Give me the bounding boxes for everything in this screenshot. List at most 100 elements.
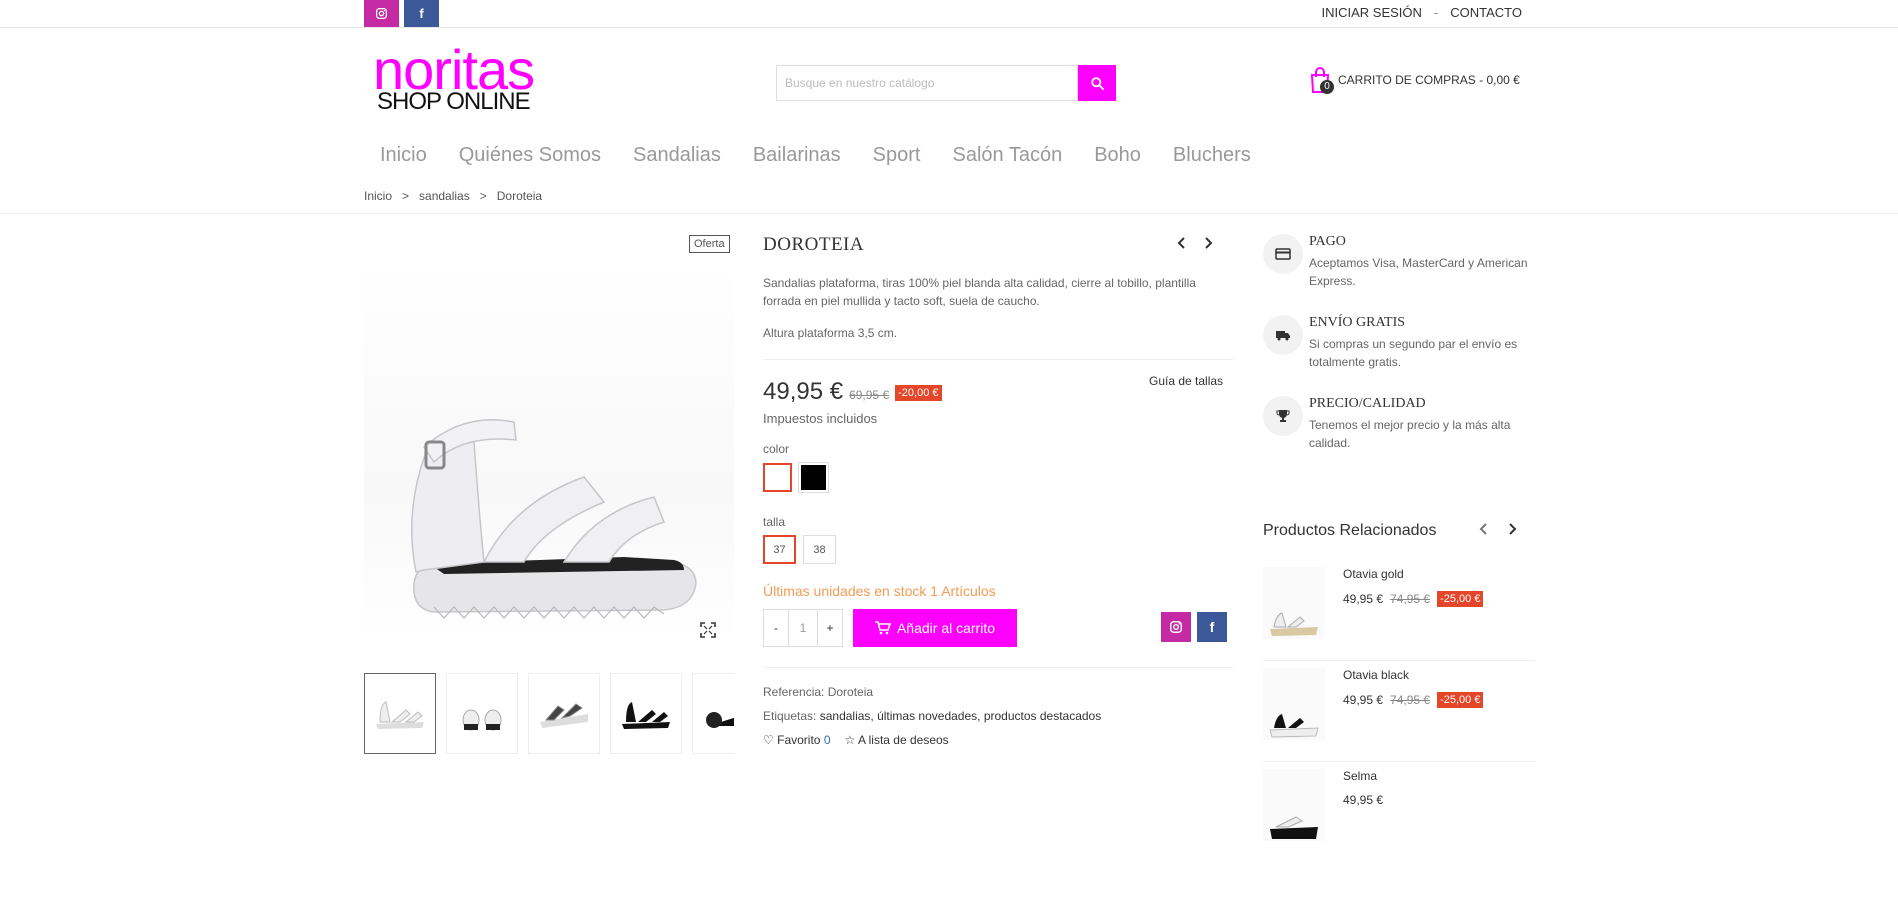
chevron-right-icon[interactable] xyxy=(1508,522,1518,540)
favorite-button[interactable]: ♡ Favorito 0 xyxy=(763,733,831,747)
info-text: Tenemos el mejor precio y la más alta ca… xyxy=(1309,418,1511,450)
old-price: 69,95 € xyxy=(849,388,890,402)
wishlist-label: A lista de deseos xyxy=(857,733,949,747)
related-product-name[interactable]: Otavia black xyxy=(1343,668,1409,682)
nav-item-inicio[interactable]: Inicio xyxy=(380,144,427,167)
color-swatch-black[interactable] xyxy=(798,462,829,493)
related-product-price: 49,95 € 74,95 € -25,00 € xyxy=(1343,591,1484,607)
price: 49,95 € xyxy=(1343,793,1384,807)
info-title: ENVÍO GRATIS xyxy=(1309,315,1406,330)
size-option-37[interactable]: 37 xyxy=(763,535,796,564)
favorite-count: 0 xyxy=(823,733,831,747)
contact-link[interactable]: CONTACTO xyxy=(1450,5,1522,20)
info-title: PRECIO/CALIDAD xyxy=(1309,396,1426,411)
breadcrumb-separator: > xyxy=(402,189,410,203)
instagram-icon[interactable] xyxy=(364,0,399,27)
nav-item-boho[interactable]: Boho xyxy=(1094,144,1141,167)
nav-item-bailarinas[interactable]: Bailarinas xyxy=(753,144,841,167)
info-text: Aceptamos Visa, MasterCard y American Ex… xyxy=(1309,256,1528,288)
tags-label: Etiquetas: xyxy=(763,709,817,723)
facebook-icon[interactable]: f xyxy=(404,0,439,27)
add-to-cart-button[interactable]: Añadir al carrito xyxy=(853,609,1017,647)
product-pager xyxy=(1176,236,1214,255)
thumbnail-strip xyxy=(364,673,734,754)
related-product-name[interactable]: Selma xyxy=(1343,769,1377,783)
old-price: 74,95 € xyxy=(1390,693,1431,707)
breadcrumb-category[interactable]: sandalias xyxy=(419,189,470,203)
search-input[interactable] xyxy=(776,65,1078,101)
qty-decrease-button[interactable]: - xyxy=(764,610,788,646)
related-product-image[interactable] xyxy=(1263,567,1325,639)
login-link[interactable]: INICIAR SESIÓN xyxy=(1321,5,1421,20)
breadcrumb-current: Doroteia xyxy=(496,189,543,203)
related-product-image[interactable] xyxy=(1263,769,1325,841)
share-facebook-icon[interactable]: f xyxy=(1197,612,1227,642)
nav-item-salon-tacon[interactable]: Salón Tacón xyxy=(952,144,1062,167)
related-product-image[interactable] xyxy=(1263,668,1325,740)
card-icon xyxy=(1263,234,1303,274)
nav-item-sport[interactable]: Sport xyxy=(873,144,921,167)
logo-tagline: SHOP ONLINE xyxy=(377,88,531,115)
price: 49,95 € xyxy=(1343,592,1384,606)
search-form xyxy=(776,65,1116,101)
breadcrumb-home[interactable]: Inicio xyxy=(364,189,392,203)
related-pager xyxy=(1478,522,1518,540)
divider xyxy=(763,359,1233,360)
main-nav: Inicio Quiénes Somos Sandalias Bailarina… xyxy=(380,144,1283,167)
add-to-cart-label: Añadir al carrito xyxy=(896,620,996,636)
related-product-card[interactable]: Otavia gold 49,95 € 74,95 € -25,00 € xyxy=(1263,561,1535,661)
wishlist-button[interactable]: ☆ A lista de deseos xyxy=(845,733,949,747)
chevron-right-icon[interactable] xyxy=(1204,236,1214,255)
search-button[interactable] xyxy=(1078,65,1116,101)
shopping-bag-icon: 0 xyxy=(1308,66,1334,94)
logo[interactable]: noritas SHOP ONLINE xyxy=(373,42,553,117)
related-product-card[interactable]: Selma 49,95 € xyxy=(1263,763,1535,863)
heart-icon: ♡ xyxy=(763,733,774,747)
nav-item-bluchers[interactable]: Bluchers xyxy=(1173,144,1251,167)
related-product-price: 49,95 € 74,95 € -25,00 € xyxy=(1343,692,1484,708)
nav-item-sandalias[interactable]: Sandalias xyxy=(633,144,721,167)
favorite-label: Favorito xyxy=(777,733,821,747)
expand-icon[interactable] xyxy=(700,622,716,643)
chevron-left-icon[interactable] xyxy=(1176,236,1186,255)
current-price: 49,95 € xyxy=(763,378,844,405)
size-option-38[interactable]: 38 xyxy=(803,535,836,564)
product-description: Sandalias plataforma, tiras 100% piel bl… xyxy=(763,276,1196,308)
thumbnail[interactable] xyxy=(446,673,518,754)
product-title: DOROTEIA xyxy=(763,234,865,255)
breadcrumb-separator: > xyxy=(479,189,487,203)
price: 49,95 € xyxy=(1343,693,1384,707)
thumbnail[interactable] xyxy=(528,673,600,754)
truck-icon xyxy=(1263,315,1303,355)
related-product-name[interactable]: Otavia gold xyxy=(1343,567,1404,581)
thumbnail[interactable] xyxy=(364,673,436,754)
info-title: PAGO xyxy=(1309,234,1346,249)
chevron-left-icon[interactable] xyxy=(1478,522,1488,540)
tags-list[interactable]: sandalias, últimas novedades, productos … xyxy=(820,709,1102,723)
qty-input[interactable]: 1 xyxy=(788,610,818,646)
qty-increase-button[interactable]: + xyxy=(818,610,842,646)
thumbnail[interactable] xyxy=(692,673,734,754)
product-reference: Referencia: Doroteia xyxy=(763,685,874,699)
old-price: 74,95 € xyxy=(1390,592,1431,606)
share-instagram-icon[interactable] xyxy=(1161,612,1191,642)
top-bar: f INICIAR SESIÓN - CONTACTO xyxy=(0,0,1898,28)
related-product-card[interactable]: Otavia black 49,95 € 74,95 € -25,00 € xyxy=(1263,662,1535,762)
size-label: talla xyxy=(763,515,786,529)
size-guide-link[interactable]: Guía de tallas xyxy=(1149,374,1223,388)
nav-item-quienes-somos[interactable]: Quiénes Somos xyxy=(459,144,601,167)
color-label: color xyxy=(763,442,790,456)
stock-status: Últimas unidades en stock 1 Artículos xyxy=(763,583,996,599)
thumbnail[interactable] xyxy=(610,673,682,754)
cart-link[interactable]: 0 CARRITO DE COMPRAS - 0,00 € xyxy=(1308,66,1520,94)
info-text: Si compras un segundo par el envío es to… xyxy=(1309,337,1518,369)
product-tags: Etiquetas: sandalias, últimas novedades,… xyxy=(763,709,1101,723)
related-products-title: Productos Relacionados xyxy=(1263,522,1437,539)
product-main-image[interactable] xyxy=(364,262,734,642)
color-swatch-white[interactable] xyxy=(763,463,792,492)
wishlist-actions: ♡ Favorito 0 ☆ A lista de deseos xyxy=(763,733,949,747)
discount-badge: -25,00 € xyxy=(1437,692,1484,708)
discount-badge: -25,00 € xyxy=(1437,591,1484,607)
related-product-price: 49,95 € xyxy=(1343,793,1383,807)
cart-icon xyxy=(874,621,891,635)
